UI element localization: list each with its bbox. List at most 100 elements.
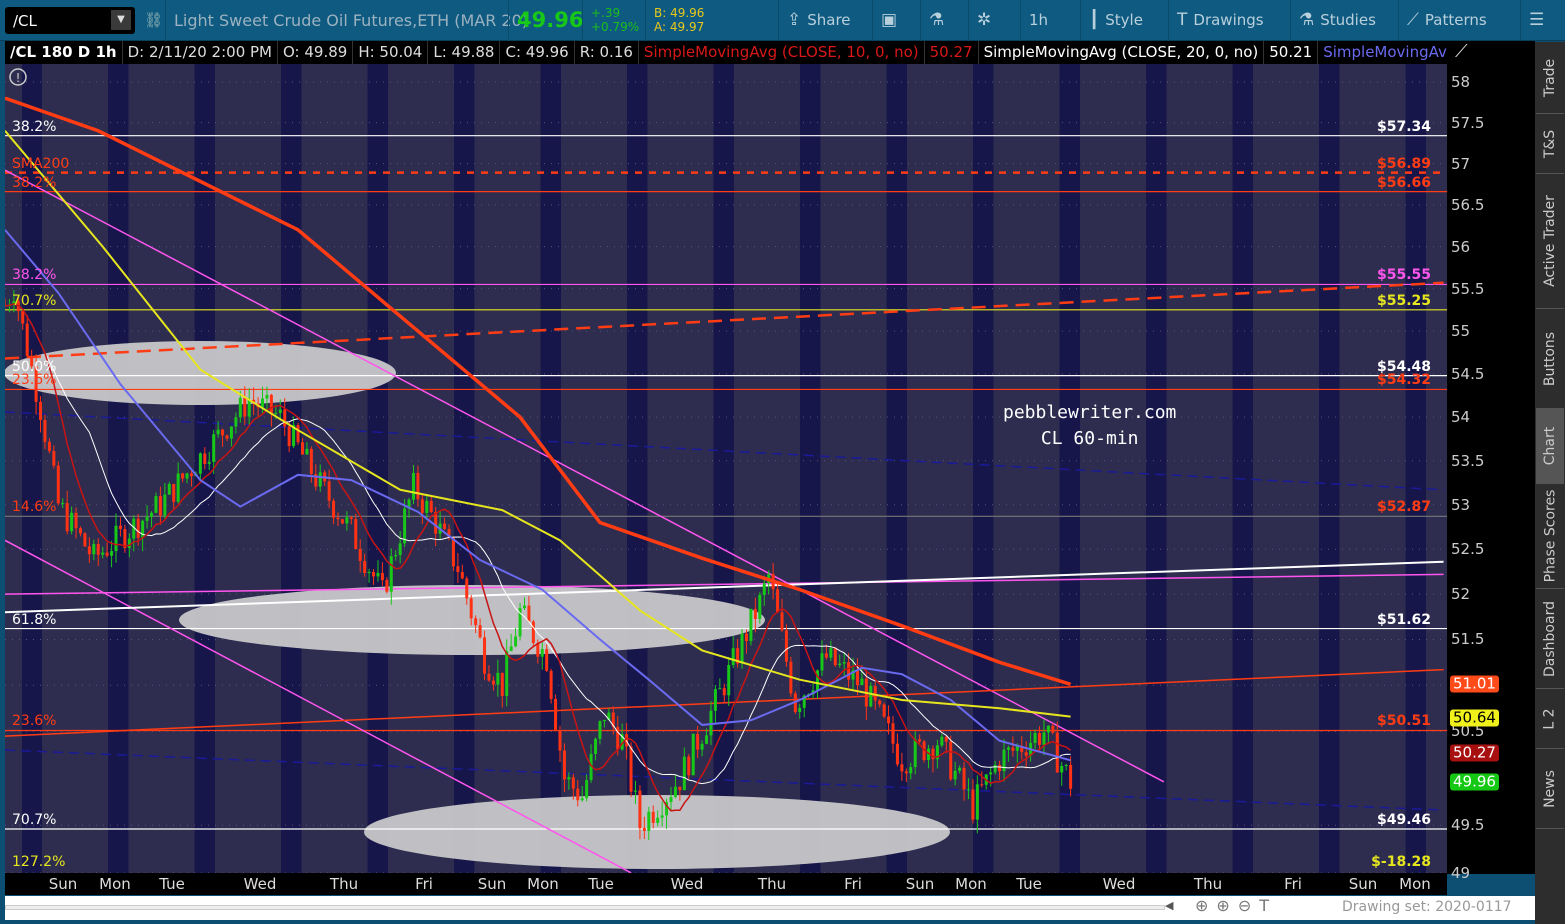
candle <box>1024 752 1028 756</box>
candle <box>176 473 180 502</box>
candle <box>105 552 109 556</box>
price-tick: 54 <box>1451 408 1471 427</box>
candle <box>545 649 549 671</box>
price-tick: 49 <box>1451 863 1471 882</box>
candle <box>931 748 935 760</box>
tab-label: Chart <box>1542 426 1559 466</box>
candle <box>363 560 367 573</box>
price-tick: 57.5 <box>1451 113 1485 132</box>
candle <box>154 496 158 513</box>
candle <box>181 473 185 479</box>
level-label-left: SMA200 <box>12 155 70 172</box>
candle <box>478 625 482 638</box>
candle <box>25 323 29 357</box>
candle <box>700 743 704 750</box>
candle <box>776 589 780 613</box>
candle <box>842 662 846 664</box>
candle <box>296 425 300 443</box>
candle <box>514 636 518 647</box>
candle <box>749 608 753 642</box>
sidebar-tab-news[interactable]: News <box>1536 749 1564 829</box>
candle <box>993 764 997 773</box>
info-icon-glyph: ! <box>16 71 21 85</box>
scroll-left-icon[interactable]: ◀ <box>1165 899 1173 912</box>
candle <box>261 398 265 408</box>
candle <box>332 500 336 518</box>
text-icon[interactable]: T <box>1259 896 1277 915</box>
candle <box>65 502 69 532</box>
chart-scrollbar[interactable]: ◀ ⊕⊕⊖T Drawing set: 2020-0117 <box>5 896 1535 920</box>
sidebar-tab-active-trader[interactable]: Active Trader <box>1536 174 1564 309</box>
candle <box>882 704 886 717</box>
candle <box>904 771 908 774</box>
candle <box>540 649 544 657</box>
price-tick: 53.5 <box>1451 451 1485 470</box>
candle <box>74 512 78 529</box>
candle <box>78 528 82 534</box>
time-axis[interactable]: Sun Mon Tue Wed Thu Fri Sun Mon Tue Wed Thu Fri Sun M… <box>5 873 1447 895</box>
tab-label: Active Trader <box>1542 195 1558 287</box>
sidebar-tab-chart[interactable]: Chart <box>1536 409 1564 484</box>
candle <box>869 685 873 707</box>
candle <box>1051 725 1055 733</box>
study-icon[interactable]: ⟋ <box>1447 41 1535 64</box>
pan-icon[interactable]: ⊕ <box>1195 896 1216 915</box>
level-label-right: $52.87 <box>1376 499 1431 516</box>
candle <box>56 465 60 504</box>
time-tick: Thu <box>1193 875 1223 893</box>
sidebar-tab-phase-scores[interactable]: Phase Scores <box>1536 484 1564 589</box>
ellipse-drawing[interactable] <box>4 341 396 405</box>
time-tick: Fri <box>415 875 433 893</box>
candle <box>585 780 589 799</box>
price-axis[interactable]: 58 57.5 57 56.5 56 55.5 55 54.5 54 53.5 53 52.5 52 51… <box>1447 64 1535 882</box>
candle <box>127 538 131 549</box>
candle <box>496 672 500 685</box>
candle <box>114 525 118 552</box>
candle <box>110 551 114 556</box>
zoom-in-icon[interactable]: ⊕ <box>1216 896 1237 915</box>
price-tag: 50.27 <box>1450 744 1499 762</box>
candle <box>83 533 87 547</box>
zoom-out-icon[interactable]: ⊖ <box>1238 896 1259 915</box>
candle <box>1060 765 1064 773</box>
candle <box>651 811 655 823</box>
candle <box>398 543 402 555</box>
sidebar-tab-trade[interactable]: Trade <box>1536 42 1564 114</box>
drawing-set-selector[interactable]: Drawing set: 2020-0117 <box>1342 899 1512 915</box>
candle <box>696 733 700 750</box>
candle <box>43 419 47 442</box>
candle <box>372 572 376 577</box>
level-label-left: 38.2% <box>12 118 57 135</box>
scrollbar-track[interactable] <box>5 905 1165 910</box>
candle <box>21 311 25 324</box>
candle <box>483 637 487 674</box>
candle <box>718 688 722 690</box>
sidebar-tab-l-2[interactable]: L 2 <box>1536 689 1564 749</box>
candle <box>580 798 584 801</box>
sidebar-tab-buttons[interactable]: Buttons <box>1536 309 1564 409</box>
candle <box>891 723 895 744</box>
candle <box>691 733 695 776</box>
tab-label: T&S <box>1542 129 1559 158</box>
sidebar-tab-dashboard[interactable]: Dashboard <box>1536 589 1564 689</box>
candle <box>189 473 193 477</box>
ellipse-drawing[interactable] <box>364 795 950 869</box>
candle <box>687 756 691 776</box>
zoom-tools[interactable]: ⊕⊕⊖T <box>1195 896 1277 915</box>
price-tick: 51.5 <box>1451 630 1485 649</box>
candle <box>629 746 633 792</box>
candle <box>598 721 602 739</box>
price-tick: 56 <box>1451 237 1471 256</box>
candle <box>305 448 309 455</box>
level-label-right: $56.89 <box>1376 155 1431 172</box>
candle <box>150 512 154 517</box>
price-chart[interactable]: ! <box>0 0 1447 873</box>
candle <box>873 685 877 701</box>
candle <box>829 648 833 658</box>
candle <box>87 546 91 555</box>
candle <box>784 630 788 662</box>
candle <box>878 700 882 705</box>
menu-button[interactable]: ☰ <box>1520 0 1558 41</box>
sidebar-tab-t-s[interactable]: T&S <box>1536 114 1564 174</box>
candle <box>638 790 642 829</box>
